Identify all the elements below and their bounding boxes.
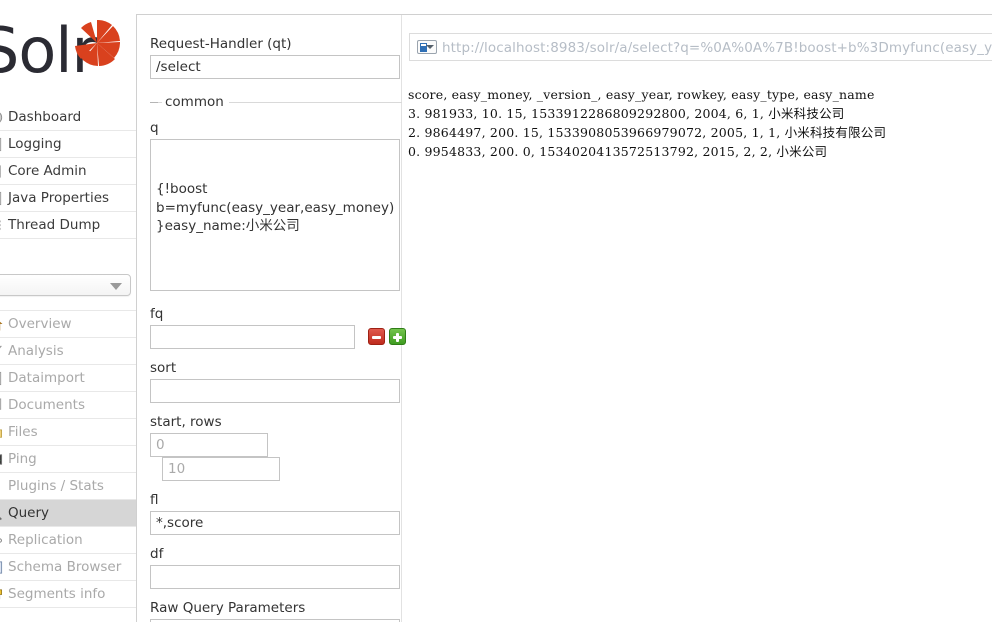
sidebar-item-label: Logging bbox=[8, 136, 62, 152]
fq-row bbox=[150, 325, 406, 349]
sidebar-item-label: Java Properties bbox=[8, 190, 110, 206]
sidebar-item-plugins-stats[interactable]: Plugins / Stats bbox=[0, 473, 136, 500]
df-label: df bbox=[150, 546, 164, 562]
q-textarea[interactable]: {!boost b=myfunc(easy_year,easy_money) }… bbox=[150, 139, 400, 291]
sidebar-item-label: Files bbox=[8, 424, 38, 440]
sidebar-item-label: Ping bbox=[8, 451, 37, 467]
result-rows: score, easy_money, _version_, easy_year,… bbox=[408, 85, 992, 161]
sidebar-item-core-admin[interactable]: Core Admin bbox=[0, 158, 136, 185]
sidebar-item-label: Dashboard bbox=[8, 109, 82, 125]
core-selector-dropdown[interactable]: a bbox=[0, 274, 131, 296]
java-properties-icon bbox=[0, 191, 2, 206]
thread-dump-icon bbox=[0, 220, 1, 231]
caret-glyph bbox=[426, 45, 434, 49]
folder-icon bbox=[0, 429, 2, 438]
documents-icon bbox=[0, 398, 2, 410]
dataimport-icon bbox=[0, 371, 2, 386]
content-panel: Request-Handler (qt) common q {!boost b=… bbox=[136, 14, 992, 622]
core-admin-icon bbox=[0, 165, 1, 178]
sidebar-item-query[interactable]: Query bbox=[0, 500, 136, 527]
sidebar-item-overview[interactable]: Overview bbox=[0, 311, 136, 338]
result-row: 3. 981933, 10. 15, 1533912286809292800, … bbox=[408, 106, 845, 121]
sort-label: sort bbox=[150, 360, 177, 376]
plus-icon-v bbox=[396, 333, 399, 342]
solr-logo[interactable]: Solr bbox=[0, 6, 136, 102]
sidebar-item-label: Documents bbox=[8, 397, 85, 413]
sidebar-item-java-properties[interactable]: Java Properties bbox=[0, 185, 136, 212]
minus-icon bbox=[372, 336, 381, 339]
rows-input[interactable] bbox=[162, 457, 280, 481]
sidebar-item-dashboard[interactable]: Dashboard bbox=[0, 104, 136, 131]
replication-icon bbox=[0, 538, 3, 543]
request-url-text: http://localhost:8983/solr/a/select?q=%0… bbox=[442, 40, 992, 56]
query-form: Request-Handler (qt) common q {!boost b=… bbox=[150, 36, 406, 622]
sidebar-item-label: Replication bbox=[8, 532, 83, 548]
fq-input[interactable] bbox=[150, 325, 355, 349]
sidebar-item-label: Segments info bbox=[8, 586, 106, 602]
page-dropdown-icon[interactable] bbox=[417, 40, 437, 54]
result-row: 2. 9864497, 200. 15, 1533908053966979072… bbox=[408, 125, 887, 140]
legend-dash bbox=[150, 102, 158, 103]
sidebar-item-label: Thread Dump bbox=[8, 217, 101, 233]
segments-icon bbox=[0, 589, 2, 600]
sidebar-item-files[interactable]: Files bbox=[0, 419, 136, 446]
sidebar-item-label: Schema Browser bbox=[8, 559, 122, 575]
sidebar-item-documents[interactable]: Documents bbox=[0, 392, 136, 419]
funnel-icon bbox=[0, 345, 3, 349]
home-icon bbox=[0, 321, 3, 331]
raw-query-parameters-label: Raw Query Parameters bbox=[150, 600, 306, 616]
sort-input[interactable] bbox=[150, 379, 400, 403]
solr-sun-logo-icon bbox=[75, 20, 120, 66]
sidebar-item-label: Query bbox=[8, 505, 50, 521]
sidebar-item-schema-browser[interactable]: Schema Browser bbox=[0, 554, 136, 581]
remove-fq-button[interactable] bbox=[368, 328, 385, 345]
sidebar-item-label: Analysis bbox=[8, 343, 64, 359]
fl-input[interactable] bbox=[150, 511, 400, 535]
df-input[interactable] bbox=[150, 565, 400, 589]
result-header-line: score, easy_money, _version_, easy_year,… bbox=[408, 87, 875, 102]
q-label: q bbox=[150, 120, 159, 136]
sidebar-core-nav: Overview Analysis Dataimport Documents F… bbox=[0, 310, 136, 608]
fq-label: fq bbox=[150, 306, 164, 322]
request-handler-input[interactable] bbox=[150, 55, 400, 79]
book-icon bbox=[0, 561, 3, 574]
sidebar-item-label: Dataimport bbox=[8, 370, 85, 386]
sidebar-item-replication[interactable]: Replication bbox=[0, 527, 136, 554]
sidebar-item-dataimport[interactable]: Dataimport bbox=[0, 365, 136, 392]
sidebar: Solr bbox=[0, 0, 136, 622]
chevron-down-icon bbox=[110, 283, 122, 290]
sidebar-item-segments-info[interactable]: Segments info bbox=[0, 581, 136, 608]
start-rows-label: start, rows bbox=[150, 414, 222, 430]
solr-admin-window: Solr bbox=[0, 0, 992, 622]
sidebar-item-label: Core Admin bbox=[8, 163, 87, 179]
sidebar-global-nav: Dashboard Logging Core Admin Java Proper… bbox=[0, 104, 136, 239]
sidebar-item-label: Overview bbox=[8, 316, 72, 332]
sidebar-item-label: Plugins / Stats bbox=[8, 478, 104, 494]
legend-text: common bbox=[162, 94, 229, 110]
sidebar-item-ping[interactable]: Ping bbox=[0, 446, 136, 473]
plugins-icon bbox=[0, 479, 3, 494]
result-panel: http://localhost:8983/solr/a/select?q=%0… bbox=[403, 15, 992, 622]
result-row: 0. 9954833, 200. 0, 1534020413572513792,… bbox=[408, 144, 828, 159]
logging-icon bbox=[0, 137, 2, 152]
start-input[interactable] bbox=[150, 433, 268, 457]
request-url-box[interactable]: http://localhost:8983/solr/a/select?q=%0… bbox=[409, 33, 992, 61]
magnifier-icon bbox=[0, 517, 2, 521]
dashboard-icon bbox=[0, 112, 3, 123]
fl-label: fl bbox=[150, 492, 159, 508]
ping-icon bbox=[0, 454, 3, 465]
common-legend: common bbox=[150, 94, 402, 110]
start-rows-row bbox=[150, 433, 402, 481]
sidebar-item-thread-dump[interactable]: Thread Dump bbox=[0, 212, 136, 239]
sidebar-item-analysis[interactable]: Analysis bbox=[0, 338, 136, 365]
sidebar-item-logging[interactable]: Logging bbox=[0, 131, 136, 158]
request-handler-label: Request-Handler (qt) bbox=[150, 36, 292, 52]
